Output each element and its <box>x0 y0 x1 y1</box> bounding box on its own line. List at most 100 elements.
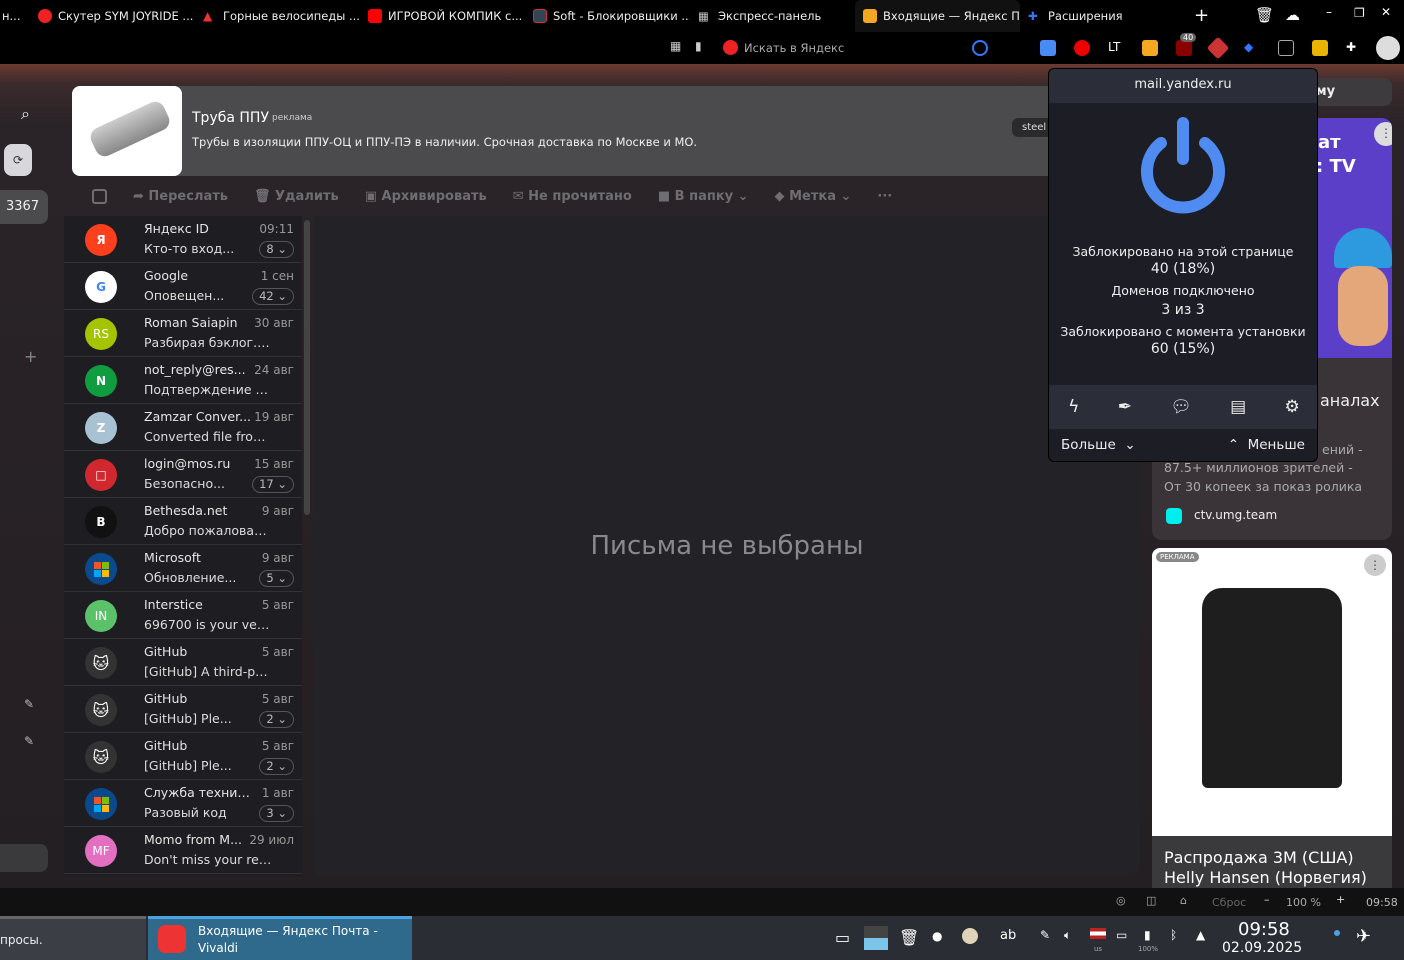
extension-icon[interactable]: ◆ <box>1244 40 1260 56</box>
us-flag-icon[interactable] <box>1090 928 1106 939</box>
trash-icon[interactable]: 🗑 <box>1255 6 1274 24</box>
zoom-reset-button[interactable]: Сброс <box>1212 896 1246 909</box>
more-options-icon[interactable]: ⋮ <box>1374 122 1392 146</box>
tab-active[interactable]: Входящие — Яндекс Поч <box>855 0 1020 32</box>
email-row[interactable]: □ login@mos.ru 15 авг Безопасно... 17 ⌄ <box>64 451 302 498</box>
battery-icon[interactable]: ▮ <box>1144 928 1151 942</box>
network-icon[interactable]: ▭ <box>1116 928 1127 942</box>
email-row[interactable]: 🐱︎ GitHub 5 авг [GitHub] Ple... 2 ⌄ <box>64 733 302 780</box>
email-row[interactable]: Microsoft 9 авг Обновление... 5 ⌄ <box>64 545 302 592</box>
mail-extension-icon[interactable] <box>1142 40 1158 56</box>
show-desktop-icon[interactable]: ✈ <box>1356 926 1371 947</box>
thread-count-button[interactable]: 2 ⌄ <box>259 711 294 728</box>
eyedropper-icon[interactable]: ✒ <box>1118 397 1132 417</box>
thread-count-button[interactable]: 8 ⌄ <box>259 241 294 258</box>
close-button[interactable]: ✕ <box>1381 5 1391 19</box>
ad-card-jacket[interactable]: РЕКЛАМА ⋮ Распродажа 3M (США) Helly Hans… <box>1152 548 1392 888</box>
search-field[interactable]: Искать в Яндекс <box>744 41 844 55</box>
email-row[interactable]: B Bethesda.net 9 авг Добро пожаловать ..… <box>64 498 302 545</box>
select-all-checkbox[interactable] <box>92 188 107 204</box>
clock-date[interactable]: 02.09.2025 <box>1222 940 1302 956</box>
email-row[interactable]: IN Interstice 5 авг 696700 is your verif… <box>64 592 302 639</box>
display-icon[interactable]: ▭ <box>835 928 850 947</box>
list-icon[interactable]: ▤ <box>1230 397 1246 417</box>
label-button[interactable]: ◆ Метка ⌄ <box>775 189 852 204</box>
email-row[interactable]: RS Roman Saiapin 30 авг Разбирая бэклог.… <box>64 310 302 357</box>
tiling-icon[interactable]: ◫ <box>1146 894 1156 907</box>
email-row[interactable]: Z Zamzar Conver... 19 авг Converted file… <box>64 404 302 451</box>
chat-icon[interactable]: 💬︎ <box>1170 397 1192 417</box>
extension-icon[interactable]: LT <box>1108 40 1124 56</box>
spellcheck-icon[interactable]: ab <box>1000 928 1016 943</box>
email-row[interactable]: N not_reply@res... 24 авг Подтверждение … <box>64 357 302 404</box>
clock-time[interactable]: 09:58 <box>1238 919 1290 940</box>
sidebar-button[interactable] <box>0 844 48 872</box>
volume-icon[interactable]: 🔈︎ <box>1064 928 1071 943</box>
add-icon[interactable]: + <box>24 347 37 366</box>
thread-count-button[interactable]: 42 ⌄ <box>252 288 294 305</box>
cloud-off-icon[interactable]: ☁ <box>1285 6 1300 24</box>
thread-count-button[interactable]: 3 ⌄ <box>259 805 294 822</box>
pen-icon[interactable]: ✎ <box>1040 928 1050 942</box>
archive-button[interactable]: ▣ Архивировать <box>365 189 487 204</box>
extension-icon[interactable] <box>1074 40 1090 56</box>
brush-icon[interactable]: ✎ <box>24 734 34 748</box>
ad-domain[interactable]: ctv.umg.team <box>1194 507 1277 523</box>
extensions-icon[interactable]: ✚ <box>1346 40 1362 56</box>
brush-icon[interactable]: ✎ <box>24 697 34 711</box>
lightning-icon[interactable]: ϟ <box>1068 397 1079 417</box>
drop-icon[interactable]: ● <box>932 929 942 943</box>
email-row[interactable]: MF Momo from M... 29 июл Don't miss your… <box>64 827 302 874</box>
tab[interactable]: ИГРОВОЙ КОМПИК с... <box>360 0 525 32</box>
more-button[interactable]: Больше ⌄ <box>1061 437 1136 453</box>
tab[interactable]: Soft - Блокировщики ... <box>525 0 690 32</box>
list-scrollbar[interactable] <box>304 220 310 515</box>
refresh-button[interactable]: ⟳ <box>4 144 32 176</box>
inbox-count-badge[interactable]: 3367 <box>0 190 48 224</box>
ublock-icon[interactable] <box>1176 40 1192 56</box>
clipboard-icon[interactable]: 🗑 <box>899 928 919 947</box>
notification-icon[interactable] <box>1334 930 1340 936</box>
email-row[interactable]: G Google 1 сен Оповещен... 42 ⌄ <box>64 263 302 310</box>
taskbar-window[interactable]: просы. <box>0 916 146 960</box>
search-icon[interactable]: ⌕ <box>21 104 30 124</box>
bluetooth-icon[interactable]: ᛒ <box>1170 928 1177 942</box>
more-button[interactable]: ··· <box>877 189 892 204</box>
email-row[interactable]: 🐱︎ GitHub 5 авг [GitHub] A third-par... <box>64 639 302 686</box>
bookmark-icon[interactable]: ▮ <box>695 39 702 53</box>
minimize-button[interactable]: – <box>1326 5 1332 19</box>
taskbar-window-vivaldi[interactable]: Входящие — Яндекс Почта - Vivaldi <box>148 916 412 960</box>
zoom-out-button[interactable]: – <box>1264 893 1270 906</box>
maximize-button[interactable]: ❐ <box>1354 6 1365 20</box>
thread-count-button[interactable]: 5 ⌄ <box>259 570 294 587</box>
delete-button[interactable]: 🗑 Удалить <box>254 189 339 204</box>
tray-expand-icon[interactable]: ▲ <box>1196 928 1205 942</box>
extension-icon[interactable] <box>1312 40 1328 56</box>
qr-icon[interactable]: ▦ <box>670 39 681 53</box>
email-row[interactable]: Служба техниче... 1 авг Разовый код 3 ⌄ <box>64 780 302 827</box>
tab[interactable]: ▦ Экспресс-панель <box>690 0 855 32</box>
tab[interactable]: н... <box>0 0 30 32</box>
translate-icon[interactable] <box>1040 40 1056 56</box>
page-actions-icon[interactable]: ⌂ <box>1180 894 1187 907</box>
forward-button[interactable]: ➦ Переслать <box>133 189 228 204</box>
tab[interactable]: ✚ Расширения <box>1020 0 1185 32</box>
tab[interactable]: Скутер SYM JOYRIDE ... <box>30 0 195 32</box>
ad-banner[interactable]: Труба ППУ реклама Трубы в изоляции ППУ-О… <box>72 86 1057 176</box>
more-options-icon[interactable]: ⋮ <box>1364 554 1386 576</box>
capture-icon[interactable]: ◎ <box>1116 894 1126 907</box>
folder-button[interactable]: ■ В папку ⌄ <box>658 189 749 204</box>
email-row[interactable]: 🐱︎ GitHub 5 авг [GitHub] Ple... 2 ⌄ <box>64 686 302 733</box>
workspace-icon[interactable] <box>864 926 888 950</box>
new-tab-button[interactable]: + <box>1194 5 1209 26</box>
settings-icon[interactable]: ⚙ <box>1285 397 1300 417</box>
tab[interactable]: ▲ Горные велосипеды ... <box>195 0 360 32</box>
power-icon[interactable] <box>1135 115 1231 215</box>
zoom-in-button[interactable]: + <box>1336 893 1345 906</box>
extension-icon[interactable] <box>1278 40 1294 56</box>
email-row[interactable]: Я Яндекс ID 09:11 Кто-то вход... 8 ⌄ <box>64 216 302 263</box>
thread-count-button[interactable]: 17 ⌄ <box>252 476 294 493</box>
extension-icon[interactable] <box>972 40 988 56</box>
less-button[interactable]: ⌃ Меньше <box>1228 437 1305 453</box>
unread-button[interactable]: ✉ Не прочитано <box>513 189 632 204</box>
